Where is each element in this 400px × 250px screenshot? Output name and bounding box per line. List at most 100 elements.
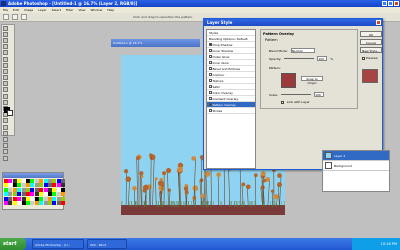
color-swatch[interactable]: [34, 179, 39, 183]
menu-image[interactable]: Image: [24, 8, 33, 12]
style-checkbox[interactable]: [209, 85, 212, 88]
color-swatch[interactable]: [25, 187, 30, 192]
color-swatch[interactable]: [8, 179, 13, 183]
taskbar-item-paint[interactable]: 002 - Paint: [87, 239, 127, 249]
color-swatch[interactable]: [43, 179, 48, 183]
color-swatch[interactable]: [17, 183, 22, 188]
color-swatch[interactable]: [21, 192, 26, 197]
tool-icon[interactable]: [3, 124, 8, 130]
tool-icon[interactable]: [3, 75, 8, 81]
menu-file[interactable]: File: [3, 8, 8, 12]
color-swatch[interactable]: [8, 200, 13, 205]
tool-icon[interactable]: [3, 25, 8, 31]
color-swatch[interactable]: [47, 196, 52, 201]
tool-icon[interactable]: [3, 56, 8, 62]
color-swatch[interactable]: [21, 196, 26, 201]
color-swatch[interactable]: [34, 187, 39, 192]
color-swatch[interactable]: [4, 179, 8, 183]
color-swatch[interactable]: [8, 187, 13, 192]
style-checkbox[interactable]: [209, 109, 212, 112]
color-swatch[interactable]: [47, 179, 52, 183]
color-swatch[interactable]: [4, 187, 8, 192]
link-with-layer-checkbox[interactable]: [281, 100, 284, 104]
color-swatch[interactable]: [52, 187, 57, 192]
color-swatch[interactable]: [21, 187, 26, 192]
color-swatch[interactable]: [43, 196, 48, 201]
color-swatch[interactable]: [52, 200, 57, 205]
tool-icon[interactable]: [3, 87, 8, 93]
tool-icon[interactable]: [3, 93, 8, 99]
color-swatch[interactable]: [17, 192, 22, 197]
color-swatch[interactable]: [25, 200, 30, 205]
menu-layer[interactable]: Layer: [38, 8, 46, 12]
background-color-swatch[interactable]: [7, 110, 13, 116]
tool-icon[interactable]: [3, 37, 8, 43]
tool-icon[interactable]: [3, 143, 8, 149]
color-swatch[interactable]: [61, 183, 66, 188]
color-swatch[interactable]: [39, 183, 44, 188]
tool-icon[interactable]: [3, 44, 8, 50]
color-swatch[interactable]: [47, 200, 52, 205]
color-swatch[interactable]: [39, 196, 44, 201]
pattern-picker[interactable]: [281, 73, 296, 88]
color-swatch[interactable]: [34, 183, 39, 188]
color-swatch[interactable]: [25, 192, 30, 197]
color-swatch[interactable]: [43, 183, 48, 188]
color-swatch[interactable]: [61, 196, 66, 201]
style-checkbox[interactable]: [209, 67, 212, 70]
color-swatch[interactable]: [43, 192, 48, 197]
menu-select[interactable]: Select: [52, 8, 61, 12]
tool-icon[interactable]: [3, 50, 8, 56]
snap-to-origin-button[interactable]: Snap to Origin: [301, 76, 323, 85]
color-swatch[interactable]: [56, 179, 61, 183]
color-swatch[interactable]: [52, 179, 57, 183]
color-swatch[interactable]: [25, 179, 30, 183]
style-checkbox[interactable]: [209, 55, 212, 58]
zoom-tool-option[interactable]: [21, 14, 27, 20]
tool-preset-button[interactable]: [3, 14, 9, 20]
color-swatch[interactable]: [56, 183, 61, 188]
color-swatch[interactable]: [12, 183, 17, 188]
tool-icon[interactable]: [3, 118, 8, 124]
color-swatch[interactable]: [30, 183, 35, 188]
style-checkbox[interactable]: [209, 79, 212, 82]
color-swatch[interactable]: [12, 192, 17, 197]
color-swatch[interactable]: [12, 179, 17, 183]
color-swatch[interactable]: [61, 200, 66, 205]
style-checkbox[interactable]: [209, 49, 212, 52]
color-swatch[interactable]: [12, 187, 17, 192]
tool-icon[interactable]: [3, 155, 8, 161]
ok-button[interactable]: OK: [360, 31, 382, 37]
cancel-button[interactable]: Cancel: [360, 39, 382, 45]
color-swatch[interactable]: [47, 183, 52, 188]
color-swatch[interactable]: [47, 187, 52, 192]
color-swatch[interactable]: [56, 192, 61, 197]
tool-icon[interactable]: [3, 130, 8, 136]
scale-slider[interactable]: [281, 94, 312, 95]
minimize-button[interactable]: [382, 1, 387, 6]
color-swatch[interactable]: [12, 200, 17, 205]
color-swatch[interactable]: [34, 192, 39, 197]
layer-row[interactable]: Layer 2: [323, 151, 389, 161]
color-swatch[interactable]: [12, 196, 17, 201]
color-swatch[interactable]: [39, 200, 44, 205]
color-swatch[interactable]: [43, 187, 48, 192]
menu-window[interactable]: Window: [90, 8, 102, 12]
color-swatch[interactable]: [30, 196, 35, 201]
tool-icon[interactable]: [3, 68, 8, 74]
hand-tool-option[interactable]: [12, 14, 18, 20]
style-checkbox[interactable]: [209, 61, 212, 64]
color-swatch[interactable]: [39, 179, 44, 183]
color-swatch[interactable]: [34, 196, 39, 201]
style-checkbox[interactable]: [209, 43, 212, 46]
preview-checkbox[interactable]: [362, 56, 365, 60]
tool-icon[interactable]: [3, 136, 8, 142]
menu-filter[interactable]: Filter: [66, 8, 73, 12]
color-swatch[interactable]: [25, 183, 30, 188]
taskbar-item-photoshop[interactable]: Adobe Photoshop - [U...: [32, 239, 84, 249]
color-swatch[interactable]: [21, 183, 26, 188]
color-swatch[interactable]: [17, 196, 22, 201]
blend-mode-select[interactable]: Normal: [290, 48, 315, 53]
color-swatch[interactable]: [47, 192, 52, 197]
dialog-close-button[interactable]: [376, 20, 381, 25]
